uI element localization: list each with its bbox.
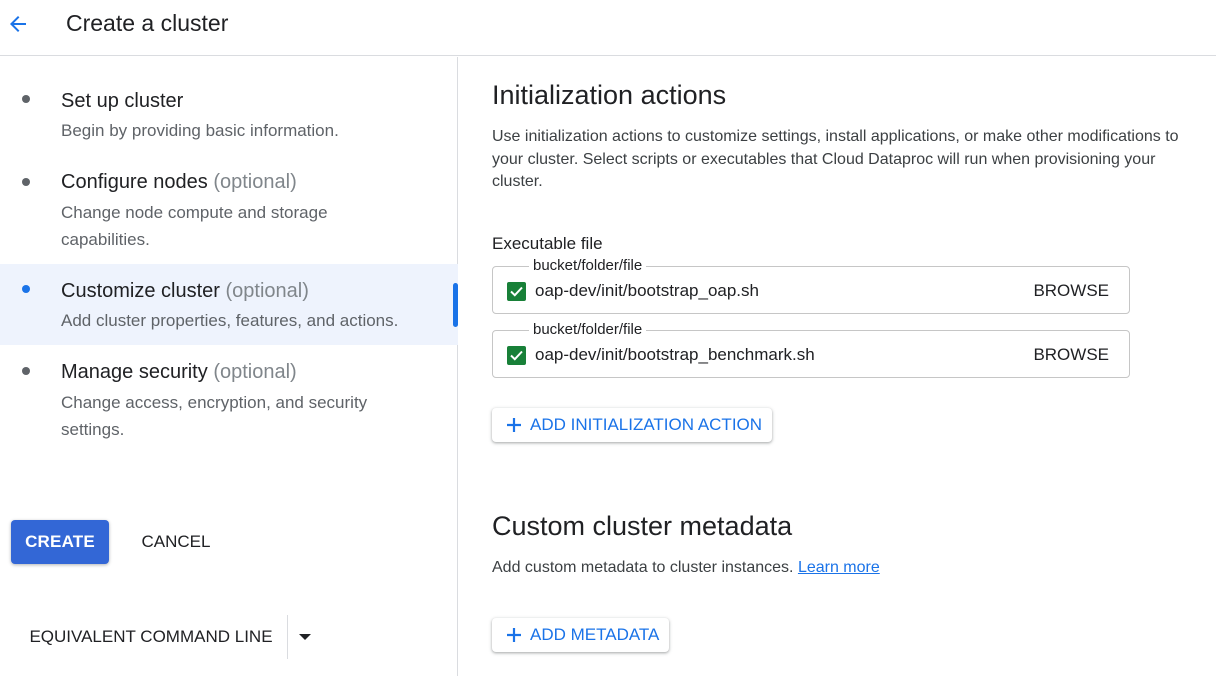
top-bar: Create a cluster [0,0,1216,56]
step-description: Change access, encryption, and security … [61,393,368,439]
file-path-input[interactable]: oap-dev/init/bootstrap_benchmark.sh [535,344,815,366]
add-metadata-button[interactable]: ADD METADATA [492,618,670,652]
equivalent-command-dropdown[interactable] [290,615,320,659]
step-description: Add cluster properties, features, and ac… [61,311,399,330]
active-step-indicator [453,283,458,327]
executable-file-field: bucket/folder/file oap-dev/init/bootstra… [492,257,1130,314]
add-initialization-action-button[interactable]: ADD INITIALIZATION ACTION [492,408,773,442]
page-title: Create a cluster [66,10,229,36]
step-customize-cluster[interactable]: Customize cluster (optional) Add cluster… [0,264,458,345]
main-content: Initialization actions Use initializatio… [459,57,1216,676]
step-title: Customize cluster (optional) [61,280,309,302]
stepper-panel: Set up cluster Begin by providing basic … [0,57,458,676]
file-checkbox[interactable] [507,282,526,301]
cancel-button[interactable]: CANCEL [128,520,224,564]
back-button[interactable] [4,10,32,38]
step-configure-nodes[interactable]: Configure nodes (optional) Change node c… [0,161,458,261]
field-floating-label: bucket/folder/file [529,321,647,339]
check-icon [510,350,523,361]
step-manage-security[interactable]: Manage security (optional) Change access… [0,353,458,453]
initialization-actions-heading: Initialization actions [492,80,727,110]
field-floating-label: bucket/folder/file [529,257,647,275]
initialization-actions-description: Use initialization actions to customize … [492,128,1179,190]
step-dot-icon [22,285,30,293]
step-dot-icon [22,178,30,186]
equivalent-command-line-button[interactable]: EQUIVALENT COMMAND LINE [14,615,288,659]
check-icon [510,286,523,297]
file-path-input[interactable]: oap-dev/init/bootstrap_oap.sh [535,280,759,302]
step-description: Change node compute and storage capabili… [61,203,328,249]
arrow-drop-down-icon [299,634,311,640]
custom-cluster-metadata-heading: Custom cluster metadata [492,511,793,541]
browse-button[interactable]: BROWSE [1033,280,1109,302]
add-metadata-label: ADD METADATA [530,625,660,644]
custom-cluster-metadata-description: Add custom metadata to cluster instances… [492,559,880,576]
learn-more-link[interactable]: Learn more [798,559,880,576]
step-dot-icon [22,367,30,375]
create-button[interactable]: CREATE [11,520,109,564]
step-title: Configure nodes (optional) [61,171,297,193]
executable-file-label: Executable file [492,234,603,253]
plus-icon [506,417,522,433]
add-initialization-action-label: ADD INITIALIZATION ACTION [530,415,763,434]
arrow-back-icon [10,16,26,32]
step-title: Manage security (optional) [61,361,297,383]
plus-icon [506,627,522,643]
step-title: Set up cluster [61,90,184,112]
executable-file-field: bucket/folder/file oap-dev/init/bootstra… [492,321,1130,378]
step-set-up-cluster[interactable]: Set up cluster Begin by providing basic … [0,81,458,151]
browse-button[interactable]: BROWSE [1033,344,1109,366]
file-checkbox[interactable] [507,346,526,365]
step-description: Begin by providing basic information. [61,121,339,140]
divider [287,615,288,659]
step-dot-icon [22,95,30,103]
